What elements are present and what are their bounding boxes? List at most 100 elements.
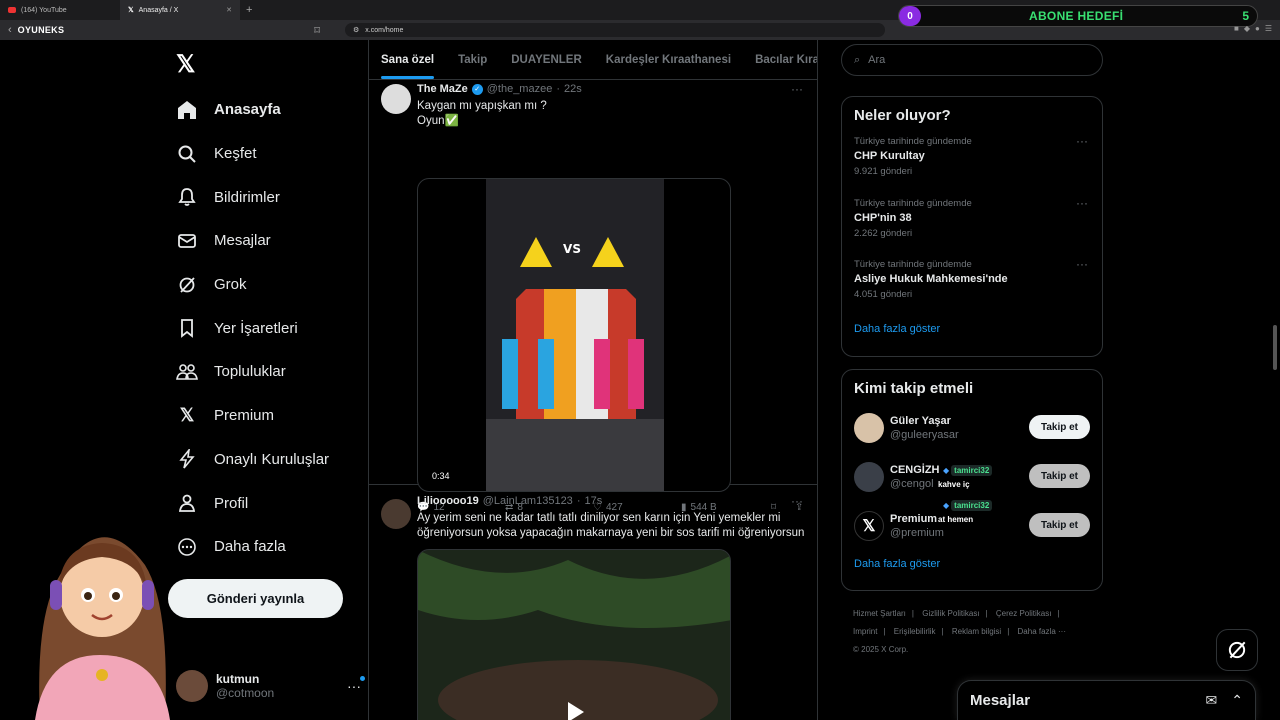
- tab-list-bacilar[interactable]: Bacılar Kıraath: [743, 40, 817, 79]
- tweet-author-handle[interactable]: @the_mazee: [487, 83, 553, 95]
- trend-item[interactable]: Türkiye tarihinde gündemde Asliye Hukuk …: [842, 253, 1102, 315]
- tab-list-duayenler[interactable]: DUAYENLER: [499, 40, 594, 79]
- footer-link[interactable]: Reklam bilgisi: [952, 627, 1001, 636]
- lightning-icon: [176, 449, 198, 469]
- follow-button[interactable]: Takip et: [1028, 464, 1090, 488]
- stream-chat-message: kahve iç: [938, 480, 970, 489]
- footer-link[interactable]: Erişilebilirlik: [894, 627, 936, 636]
- footer-link[interactable]: Daha fazla ···: [1018, 627, 1066, 636]
- footer-link[interactable]: Hizmet Şartları: [853, 609, 906, 618]
- extension-icon[interactable]: ●: [1255, 24, 1260, 33]
- nav-label: Grok: [214, 276, 247, 294]
- tweet[interactable]: The MaZe ✓ @the_mazee · 22s ··· Kaygan m…: [369, 80, 817, 513]
- nav-item-explore[interactable]: Keşfet: [176, 132, 329, 176]
- menu-icon[interactable]: ☰: [1265, 24, 1272, 33]
- nav-item-bookmarks[interactable]: Yer İşaretleri: [176, 306, 329, 350]
- tweet-text: Ay yerim seni ne kadar tatlı tatlı dinil…: [417, 511, 804, 541]
- footer-separator: |: [911, 609, 914, 618]
- tab-list-kardesler[interactable]: Kardeşler Kıraathanesi: [594, 40, 743, 79]
- extension-icon[interactable]: ◆: [1244, 24, 1250, 33]
- stream-chat-user: ◆ tamirci32: [943, 500, 993, 511]
- tweet-avatar[interactable]: [381, 84, 411, 114]
- search-input[interactable]: ⌕ Ara: [841, 44, 1103, 76]
- tweet-video[interactable]: [417, 549, 731, 720]
- page-scrollbar[interactable]: [1273, 325, 1277, 370]
- more-dots-icon[interactable]: ···: [1076, 134, 1088, 148]
- new-message-icon[interactable]: ✉: [1206, 692, 1218, 709]
- trend-title: CHP'nin 38: [854, 211, 912, 224]
- messages-drawer-title: Mesajlar: [970, 692, 1031, 709]
- nav-item-premium[interactable]: 𝕏 Premium: [176, 394, 329, 438]
- verified-badge-icon: ✓: [471, 83, 483, 95]
- bookmark-page-icon[interactable]: ⌑: [314, 24, 320, 37]
- tab-following[interactable]: Takip: [446, 40, 499, 79]
- footer-link[interactable]: Imprint: [853, 627, 877, 636]
- tweet-text-line: Ay yerim seni ne kadar tatlı tatlı dinil…: [417, 512, 781, 524]
- site-info-icon[interactable]: ⚙: [353, 26, 359, 34]
- tweet-video[interactable]: VS 0:34: [417, 178, 731, 492]
- tweet-text: Kaygan mı yapışkan mı ? Oyun✅: [417, 99, 547, 129]
- tweet-author-name[interactable]: Liliooooo19: [417, 495, 479, 507]
- tweet[interactable]: Liliooooo19 @LainLam135123 · 17s ··· Ay …: [369, 485, 817, 720]
- home-icon: [176, 100, 198, 120]
- more-dots-icon[interactable]: ···: [1076, 257, 1088, 271]
- tweet-header: Liliooooo19 @LainLam135123 · 17s: [417, 495, 602, 507]
- trend-count: 9.921 gönderi: [854, 166, 913, 177]
- post-button[interactable]: Gönderi yayınla: [168, 579, 343, 618]
- footer-link[interactable]: Çerez Politikası: [996, 609, 1052, 618]
- url-field[interactable]: ⚙ x.com/home: [345, 23, 885, 37]
- tweet-time[interactable]: 22s: [564, 83, 582, 95]
- nav-item-verified-orgs[interactable]: Onaylı Kuruluşlar: [176, 438, 329, 482]
- follow-button[interactable]: Takip et: [1028, 415, 1090, 439]
- tweet-avatar[interactable]: [381, 499, 411, 529]
- main-nav: Anasayfa Keşfet Bildirimler Mesajlar Gro…: [176, 88, 329, 569]
- extension-icon[interactable]: ■: [1234, 24, 1239, 33]
- grok-floating-button[interactable]: [1216, 629, 1258, 671]
- new-tab-button[interactable]: +: [240, 4, 258, 16]
- back-icon[interactable]: ‹: [8, 24, 12, 36]
- nav-label: Keşfet: [214, 145, 257, 163]
- nav-item-more[interactable]: Daha fazla: [176, 525, 329, 569]
- tweet-time[interactable]: 17s: [584, 495, 602, 507]
- nav-item-profile[interactable]: Profil: [176, 481, 329, 525]
- expand-chevron-icon[interactable]: ⌃: [1231, 692, 1243, 709]
- tweet-author-name[interactable]: The MaZe: [417, 83, 468, 95]
- url-text: x.com/home: [365, 26, 404, 34]
- close-tab-icon[interactable]: ✕: [226, 6, 232, 14]
- more-dots-icon[interactable]: ···: [791, 82, 803, 96]
- who-show-more-link[interactable]: Daha fazla göster: [842, 550, 1102, 582]
- account-switcher[interactable]: kutmun @cotmoon ···: [176, 668, 365, 704]
- suggestion-name: Güler Yaşar: [890, 414, 951, 427]
- trend-count: 4.051 gönderi: [854, 289, 913, 300]
- follow-suggestion[interactable]: Güler Yaşar @guleeryasar Takip et: [842, 403, 1102, 452]
- avatar[interactable]: [854, 461, 884, 492]
- x-logo-icon[interactable]: 𝕏: [176, 50, 195, 79]
- avatar[interactable]: [854, 412, 884, 443]
- messages-drawer[interactable]: Mesajlar ✉ ⌃: [957, 680, 1256, 720]
- trend-context: Türkiye tarihinde gündemde: [854, 197, 972, 209]
- tab-youtube[interactable]: (164) YouTube: [0, 0, 120, 20]
- trend-item[interactable]: Türkiye tarihinde gündemde CHP'nin 38 2.…: [842, 192, 1102, 254]
- more-dots-icon[interactable]: ···: [1076, 196, 1088, 210]
- more-dots-icon[interactable]: ···: [791, 494, 803, 508]
- nav-item-communities[interactable]: Topluluklar: [176, 350, 329, 394]
- tweet-author-handle[interactable]: @LainLam135123: [483, 495, 573, 507]
- home-timeline: Sana özel Takip DUAYENLER Kardeşler Kıra…: [368, 40, 818, 720]
- x-premium-avatar-icon[interactable]: 𝕏: [854, 510, 884, 541]
- nav-label: Profil: [214, 494, 249, 512]
- nav-item-grok[interactable]: Grok: [176, 263, 329, 307]
- nav-item-messages[interactable]: Mesajlar: [176, 219, 329, 263]
- nav-item-notifications[interactable]: Bildirimler: [176, 175, 329, 219]
- tweet-text-line: Kaygan mı yapışkan mı ?: [417, 100, 547, 112]
- more-dots-icon[interactable]: ···: [347, 676, 365, 694]
- separator-dot: ·: [576, 495, 581, 507]
- tab-for-you[interactable]: Sana özel: [369, 40, 446, 79]
- footer-link[interactable]: Gizlilik Politikası: [922, 609, 979, 618]
- trends-show-more-link[interactable]: Daha fazla göster: [842, 315, 1102, 347]
- follow-button[interactable]: Takip et: [1028, 513, 1090, 537]
- nav-item-home[interactable]: Anasayfa: [176, 88, 329, 132]
- follow-suggestion[interactable]: CENGİZH @cengol Takip et: [842, 452, 1102, 501]
- trend-item[interactable]: Türkiye tarihinde gündemde CHP Kurultay …: [842, 130, 1102, 192]
- goal-current: 0: [899, 6, 921, 26]
- tab-x-home[interactable]: 𝕏 Anasayfa / X ✕: [120, 0, 240, 20]
